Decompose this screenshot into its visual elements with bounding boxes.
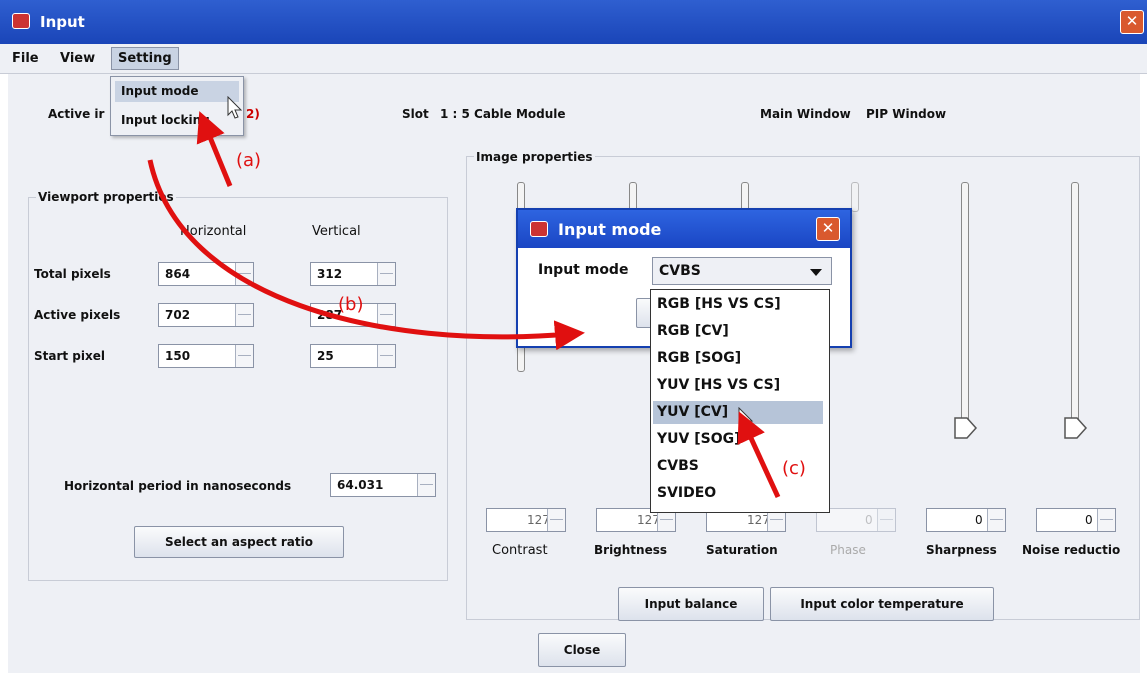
annotation-arrows xyxy=(147,111,781,499)
red-arrow-a xyxy=(196,111,233,187)
annotation-b: (b) xyxy=(338,294,364,315)
red-arrow-c xyxy=(737,411,781,499)
annotation-c: (c) xyxy=(782,458,806,479)
annotation-a: (a) xyxy=(236,150,262,171)
